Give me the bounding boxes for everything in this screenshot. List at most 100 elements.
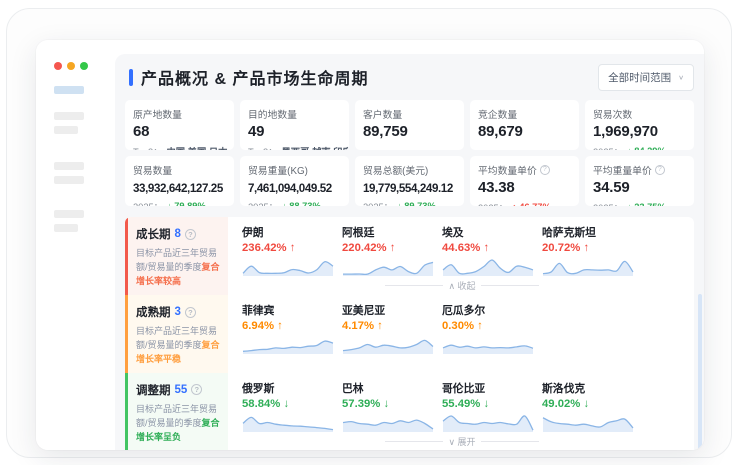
stat-label: 平均重量单价 ? [593, 163, 686, 177]
lifecycle-section-header: 成长期 8 ? 目标产品近三年贸易额/贸易量的季度复合增长率较高 [125, 217, 228, 295]
time-range-select[interactable]: 全部时间范围 ∨ [598, 64, 694, 91]
stat-value: 19,779,554,249.12 [363, 182, 456, 195]
country-grid: 菲律宾 6.94% ↑ 亚美尼亚 4.17% ↑ 厄瓜多尔 0.30% ↑ [242, 302, 682, 355]
yoy-trend: ↓ 89.73% [397, 201, 436, 206]
sidebar-skeleton-item [54, 176, 84, 184]
lifecycle-section-body: 菲律宾 6.94% ↑ 亚美尼亚 4.17% ↑ 厄瓜多尔 0.30% ↑ [228, 295, 694, 373]
trend-sparkline [342, 333, 434, 355]
stat-label: 贸易次数 [593, 107, 686, 121]
trend-sparkline [342, 255, 434, 277]
stat-value: 33,932,642,127.25 [133, 182, 226, 195]
traffic-light-dot[interactable] [80, 62, 88, 70]
country-cell: 亚美尼亚 4.17% ↑ [342, 302, 434, 355]
sidebar-skeleton-item [54, 210, 84, 218]
stat-label: 贸易重量(KG) [248, 163, 341, 177]
title-accent-bar [129, 69, 133, 86]
country-growth-rate: 20.72% ↑ [542, 242, 634, 254]
stat-label: 贸易总额(美元) [363, 163, 456, 177]
country-name: 伊朗 [242, 224, 334, 240]
trend-sparkline [242, 255, 334, 277]
stat-value: 89,679 [478, 123, 571, 140]
traffic-lights[interactable] [54, 62, 101, 70]
country-growth-rate: 49.02% ↓ [542, 398, 634, 410]
help-icon[interactable]: ? [191, 384, 202, 395]
country-cell: 阿根廷 220.42% ↑ [342, 224, 434, 277]
stat-card: 原产地数量 68 Top3：中国 美国 日本 [125, 100, 234, 150]
country-cell: 哈萨克斯坦 20.72% ↑ [542, 224, 634, 277]
stat-card: 客户数量 89,759 [355, 100, 464, 150]
info-icon[interactable]: ? [540, 165, 550, 175]
stat-label: 平均数量单价 ? [478, 163, 571, 177]
scrollbar-thumb[interactable] [698, 294, 702, 450]
country-growth-rate: 6.94% ↑ [242, 320, 334, 332]
lifecycle-section-body: 伊朗 236.42% ↑ 阿根廷 220.42% ↑ 埃及 44.63% ↑ 哈… [228, 217, 694, 295]
stat-subtext: Top3：墨西哥 越南 印度 [248, 144, 341, 150]
page-title: 产品概况 & 产品市场生命周期 [141, 65, 368, 89]
lifecycle-section-header: 成熟期 3 ? 目标产品近三年贸易额/贸易量的季度复合增长率平稳 [125, 295, 228, 373]
section-name: 成长期 [136, 226, 171, 242]
section-divider: ∧ 收起 [242, 278, 682, 293]
traffic-light-dot[interactable] [54, 62, 62, 70]
lifecycle-section: 调整期 55 ? 目标产品近三年贸易额/贸易量的季度复合增长率呈负 俄罗斯 58… [125, 373, 694, 450]
country-name: 埃及 [442, 224, 534, 240]
stat-value: 89,759 [363, 123, 456, 140]
stat-card: 竞企数量 89,679 [470, 100, 579, 150]
stat-value: 1,969,970 [593, 123, 686, 140]
stat-card: 贸易总额(美元) 19,779,554,249.12 2025：↓ 89.73% [355, 156, 464, 206]
sidebar-skeleton-item [54, 126, 78, 134]
stat-value: 7,461,094,049.52 [248, 182, 341, 195]
sidebar-skeleton-item [54, 112, 84, 120]
collapse-link[interactable]: ∧ 收起 [448, 279, 475, 292]
stat-value: 43.38 [478, 179, 571, 196]
sidebar-skeleton-item [54, 224, 78, 232]
lifecycle-section: 成长期 8 ? 目标产品近三年贸易额/贸易量的季度复合增长率较高 伊朗 236.… [125, 217, 694, 295]
stat-label: 客户数量 [363, 107, 456, 121]
page-header: 产品概况 & 产品市场生命周期 全部时间范围 ∨ [125, 62, 694, 92]
section-name: 成熟期 [136, 304, 171, 320]
country-cell: 俄罗斯 58.84% ↓ [242, 380, 334, 433]
sidebar-skeleton [54, 86, 101, 232]
traffic-light-dot[interactable] [67, 62, 75, 70]
lifecycle-section-header: 调整期 55 ? 目标产品近三年贸易额/贸易量的季度复合增长率呈负 [125, 373, 228, 450]
yoy-trend: ↓ 79.89% [167, 201, 206, 206]
sidebar-skeleton-item [54, 86, 84, 94]
info-icon[interactable]: ? [655, 165, 665, 175]
expand-link[interactable]: ∨ 展开 [448, 435, 475, 448]
country-growth-rate: 44.63% ↑ [442, 242, 534, 254]
country-name: 俄罗斯 [242, 380, 334, 396]
country-cell: 菲律宾 6.94% ↑ [242, 302, 334, 355]
section-divider: ∨ 展开 [242, 434, 682, 449]
country-name: 巴林 [342, 380, 434, 396]
trend-sparkline [442, 255, 534, 277]
stat-value: 68 [133, 123, 226, 140]
sidebar [36, 54, 115, 450]
yoy-trend: ↑ 46.77% [512, 202, 551, 206]
stat-card: 贸易次数 1,969,970 2025：↓ 84.29% [585, 100, 694, 150]
stat-card: 贸易数量 33,932,642,127.25 2025：↓ 79.89% [125, 156, 234, 206]
yoy-trend: ↓ 88.73% [282, 201, 321, 206]
country-name: 亚美尼亚 [342, 302, 434, 318]
stat-value: 34.59 [593, 179, 686, 196]
yoy-trend: ↓ 84.29% [627, 146, 666, 150]
stat-subtext: 2025：↓ 23.75% [593, 200, 686, 206]
main-content: 产品概况 & 产品市场生命周期 全部时间范围 ∨ 原产地数量 68 Top3：中… [115, 54, 704, 450]
yoy-trend: ↓ 23.75% [627, 202, 666, 206]
trend-sparkline [242, 411, 334, 433]
help-icon[interactable]: ? [185, 307, 196, 318]
stat-label: 贸易数量 [133, 163, 226, 177]
stat-card: 贸易重量(KG) 7,461,094,049.52 2025：↓ 88.73% [240, 156, 349, 206]
country-cell: 巴林 57.39% ↓ [342, 380, 434, 433]
stat-card: 平均数量单价 ? 43.38 2025：↑ 46.77% [470, 156, 579, 206]
section-description: 目标产品近三年贸易额/贸易量的季度复合增长率较高 [136, 247, 221, 289]
country-name: 阿根廷 [342, 224, 434, 240]
trend-sparkline [542, 255, 634, 277]
section-count: 55 [175, 384, 188, 396]
section-description: 目标产品近三年贸易额/贸易量的季度复合增长率呈负 [136, 403, 221, 445]
country-cell: 厄瓜多尔 0.30% ↑ [442, 302, 534, 355]
country-growth-rate: 0.30% ↑ [442, 320, 534, 332]
section-description: 目标产品近三年贸易额/贸易量的季度复合增长率平稳 [136, 325, 221, 367]
trend-sparkline [342, 411, 434, 433]
country-name: 菲律宾 [242, 302, 334, 318]
country-growth-rate: 220.42% ↑ [342, 242, 434, 254]
help-icon[interactable]: ? [185, 229, 196, 240]
